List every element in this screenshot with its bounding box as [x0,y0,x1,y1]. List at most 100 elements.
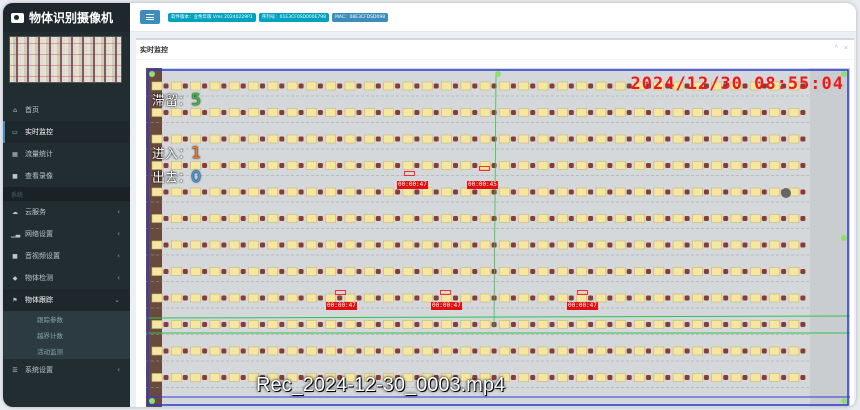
led-chip [383,293,394,303]
led-resistor [221,375,227,380]
led-resistor [781,322,787,327]
led-chip [479,134,491,144]
hamburger-icon [146,14,154,15]
video-player[interactable]: 2024/12/30 08:55:04 滞留：5 进入：1 出去：0 00:00… [146,68,850,407]
led-resistor [800,189,806,195]
led-resistor [549,375,555,380]
led-resistor [240,348,246,354]
led-chip [634,293,645,303]
led-chip [306,293,317,303]
led-resistor [240,136,246,142]
led-chip [479,320,491,329]
sidebar-item-av-settings[interactable]: ■ 音视频设置 ‹ [3,245,130,267]
led-resistor [646,375,651,380]
led-chip [614,293,626,303]
led-resistor [530,83,536,89]
led-resistor [221,189,227,195]
led-chip [306,108,317,117]
led-chip [170,81,182,91]
sidebar-item-object-detection[interactable]: ◆ 物体检测 ‹ [3,267,130,289]
led-resistor [665,136,671,142]
led-resistor [568,189,574,195]
led-chip [614,240,626,250]
led-resistor [800,110,806,115]
sidebar-item-live-monitor[interactable]: ▭ 实时监控 [3,121,130,143]
led-chip [479,214,491,223]
led-resistor [665,163,671,168]
led-chip [614,373,626,382]
led-chip [209,240,221,250]
cloud-icon: ☁ [12,208,18,216]
led-chip [653,134,665,144]
sidebar-item-cloud[interactable]: ☁ 云服务 ‹ [3,201,130,223]
sidebar-item-object-tracking[interactable]: ⚑ 物体跟踪 ⌄ [3,289,130,311]
led-resistor [182,83,188,89]
led-chip [614,320,626,329]
led-chip [286,214,298,223]
led-resistor [260,83,265,89]
led-chip [190,187,201,197]
led-resistor [279,216,285,221]
led-resistor [202,136,208,142]
led-chip [730,214,742,223]
led-chip [248,187,259,197]
chevron-left-icon: ‹ [117,274,120,282]
led-chip [788,346,800,356]
led-resistor [375,348,381,354]
sidebar-subitem-tracking-params[interactable]: 跟踪参数 [3,311,130,327]
led-resistor [298,242,304,248]
led-chip [711,108,723,117]
led-chip [364,240,375,250]
led-chip [499,161,510,170]
led-chip [170,320,182,329]
led-chip [421,134,433,144]
led-resistor [588,375,594,380]
led-chip [730,346,742,356]
led-chip [344,81,356,91]
led-resistor [279,322,285,327]
app-brand[interactable]: 物体识别摄像机 [3,3,130,32]
led-chip [267,267,279,276]
led-chip [576,81,587,91]
panel-title: 实时监控 [136,40,854,60]
led-chip [692,373,703,382]
camera-preview-thumbnail[interactable] [9,36,122,83]
sidebar-subitem-activity-monitor[interactable]: 活动监测 [3,343,130,359]
led-chip [672,373,684,382]
detection-timer: 00:00:47 [567,302,598,310]
led-resistor [703,348,709,354]
sidebar-item-home[interactable]: ⌂ 首页 [3,99,130,121]
led-resistor [646,216,651,221]
led-resistor [703,189,709,195]
led-chip [344,293,356,303]
led-chip [325,320,336,329]
led-resistor [182,322,188,327]
led-resistor [202,216,208,221]
sidebar-item-system-settings[interactable]: ☰ 系统设置 ‹ [3,359,130,381]
led-resistor [375,322,381,327]
led-resistor [395,216,401,221]
tag-icon: ◆ [12,274,18,282]
led-chip [711,320,723,329]
video-frame [146,68,850,407]
led-resistor [279,295,285,301]
led-chip [672,134,684,144]
detection-box [440,290,451,295]
sidebar-subitem-line-crossing[interactable]: 越界计数 [3,327,130,343]
led-resistor [317,163,323,168]
mac-address-badge: MAC：08E3CFDSD098 [332,12,389,22]
led-resistor [549,269,555,274]
led-chip [441,134,452,144]
led-resistor [530,189,536,195]
sidebar-item-traffic-stats[interactable]: ▦ 流量统计 [3,143,130,165]
panel-tools[interactable]: ^ × [835,45,850,52]
led-chip [267,81,279,91]
led-chip [518,373,530,382]
led-chip [286,320,298,329]
sidebar-item-recordings[interactable]: ■ 查看录像 [3,165,130,187]
sidebar-item-network[interactable]: ▁▃ 网络设置 ‹ [3,223,130,245]
led-chip [344,161,356,170]
sidebar-toggle-button[interactable] [140,10,160,24]
led-resistor [588,295,594,301]
led-chip [576,320,587,329]
